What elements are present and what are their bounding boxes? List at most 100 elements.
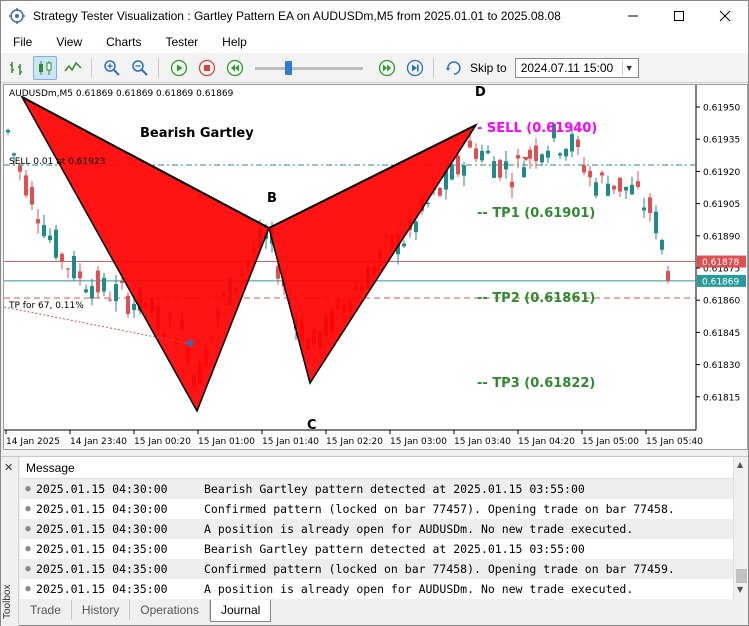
log-time: 2025.01.15 04:30:00: [36, 502, 168, 516]
candle-bull: [114, 284, 118, 302]
log-row[interactable]: ● 2025.01.15 04:35:00 A position is alread…: [20, 579, 733, 599]
chart-canvas[interactable]: 0.61950 0.61935 0.61920 0.61905 0.61890 0.618…: [4, 85, 747, 449]
candle-bear: [534, 145, 538, 162]
menu-view[interactable]: View: [44, 35, 94, 49]
strategy-tester-icon: [9, 8, 25, 24]
scroll-up-icon[interactable]: ▲: [737, 460, 743, 469]
fast-forward-button[interactable]: [375, 56, 399, 80]
candle-bull: [462, 165, 466, 176]
line-chart-button[interactable]: [61, 56, 85, 80]
price-chart[interactable]: 0.61950 0.61935 0.61920 0.61905 0.61890 0.618…: [3, 84, 748, 450]
log-time: 2025.01.15 04:35:00: [36, 542, 168, 556]
tab-trade[interactable]: Trade: [20, 600, 72, 620]
candle-bear: [96, 270, 100, 293]
log-row[interactable]: ● 2025.01.15 04:30:00 Confirmed pattern (l…: [20, 499, 733, 519]
play-icon: [170, 59, 188, 76]
tp3-label: -- TP3 (0.61822): [477, 376, 595, 391]
refresh-icon: [446, 60, 461, 75]
skip-to-button[interactable]: [442, 56, 466, 80]
chevron-down-icon[interactable]: ▼: [621, 60, 636, 75]
candle-bull: [492, 161, 496, 178]
tab-operations[interactable]: Operations: [130, 600, 210, 620]
time-tick-label: 15 Jan 05:40: [646, 437, 703, 447]
title-bar: Strategy Tester Visualization : Gartley …: [1, 1, 748, 31]
stop-icon: [198, 59, 216, 76]
log-header[interactable]: Message: [20, 457, 733, 479]
time-tick-label: 15 Jan 05:00: [582, 437, 639, 447]
pattern-triangle-xab: [20, 95, 270, 413]
log-row[interactable]: ● 2025.01.15 04:30:00 A position is alread…: [20, 519, 733, 539]
rewind-icon: [226, 59, 244, 76]
skip-end-button[interactable]: [403, 56, 427, 80]
candle-bear: [60, 253, 64, 262]
log-bullet-icon: ●: [25, 504, 31, 514]
log-message: Bearish Gartley pattern detected at 2025…: [204, 542, 585, 556]
tab-journal[interactable]: Journal: [209, 600, 272, 622]
time-tick-label: 14 Jan 2025: [6, 437, 60, 447]
skip-date-select[interactable]: 2024.07.11 15:00 ▼: [514, 57, 639, 78]
menu-tester[interactable]: Tester: [153, 35, 210, 49]
zoom-out-button[interactable]: [128, 56, 152, 80]
log-row[interactable]: ● 2025.01.15 04:35:00 Bearish Gartley patt…: [20, 539, 733, 559]
time-tick-label: 15 Jan 00:20: [134, 437, 191, 447]
toolbar-separator: [158, 57, 159, 78]
candle-bear: [438, 188, 442, 196]
arrow-marker-icon: [522, 157, 530, 161]
price-tick-label: 0.61920: [703, 168, 740, 178]
toolbox-strip: ✕ Toolbox: [1, 457, 19, 626]
toolbox-tabs: Trade History Operations Journal: [20, 600, 748, 624]
log-message: A position is already open for AUDUSDm. …: [204, 522, 634, 536]
tp-note: TP for 67, 0.11%: [8, 301, 84, 311]
log-message: A position is already open for AUDUSDm. …: [204, 582, 634, 596]
stop-button[interactable]: [195, 56, 219, 80]
close-button[interactable]: [702, 1, 748, 31]
log-time: 2025.01.15 04:30:00: [36, 522, 168, 536]
bar-chart-button[interactable]: [5, 56, 29, 80]
candlestick-button[interactable]: [33, 55, 57, 80]
scroll-down-icon[interactable]: ▼: [737, 585, 743, 594]
speed-slider[interactable]: [255, 58, 363, 78]
menu-help[interactable]: Help: [210, 35, 259, 49]
candle-bear: [576, 139, 580, 148]
price-tick-label: 0.61950: [703, 104, 740, 114]
candle-bull: [540, 154, 544, 163]
sell-order-label: SELL 0.01 at 0.61923: [9, 157, 105, 167]
log-time: 2025.01.15 04:35:00: [36, 562, 168, 576]
price-tick-label: 0.61845: [703, 329, 740, 339]
time-tick-label: 15 Jan 02:20: [326, 437, 383, 447]
candle-bear: [30, 186, 34, 205]
candle-bear: [66, 268, 70, 270]
rewind-button[interactable]: [223, 56, 247, 80]
log-rows: ● 2025.01.15 04:30:00 Bearish Gartley patt…: [20, 479, 733, 599]
speed-slider-thumb[interactable]: [285, 60, 292, 75]
candle-bear: [126, 295, 130, 314]
zoom-in-button[interactable]: [100, 56, 124, 80]
toolbox-panel: ✕ Toolbox Message ● 2025.01.15 04:30:00 Be…: [1, 456, 748, 626]
candle-bear: [474, 148, 478, 159]
candle-bear: [600, 172, 604, 176]
log-bullet-icon: ●: [25, 544, 31, 554]
log-scrollbar[interactable]: ▲ ▼: [733, 457, 748, 599]
candle-bear: [588, 170, 592, 178]
minimize-button[interactable]: [610, 1, 656, 31]
candle-bull: [660, 239, 664, 250]
maximize-button[interactable]: [656, 1, 702, 31]
scrollbar-thumb[interactable]: [736, 569, 747, 583]
menu-file[interactable]: File: [1, 35, 44, 49]
candle-bull: [594, 182, 598, 196]
candle-bull: [606, 183, 610, 196]
point-label-b: B: [267, 191, 277, 206]
tp2-label: -- TP2 (0.61861): [477, 291, 595, 306]
log-row[interactable]: ● 2025.01.15 04:30:00 Bearish Gartley patt…: [20, 479, 733, 499]
play-button[interactable]: [167, 56, 191, 80]
tab-history[interactable]: History: [72, 600, 131, 620]
log-bullet-icon: ●: [25, 524, 31, 534]
log-row[interactable]: ● 2025.01.15 04:35:00 Confirmed pattern (l…: [20, 559, 733, 579]
close-icon[interactable]: ✕: [4, 461, 13, 474]
toolbar-separator: [433, 57, 434, 78]
toolbox-label: Toolbox: [2, 584, 13, 619]
candle-bull: [72, 255, 76, 279]
candle-bear: [78, 271, 82, 279]
candle-bear: [468, 140, 472, 148]
menu-charts[interactable]: Charts: [94, 35, 153, 49]
